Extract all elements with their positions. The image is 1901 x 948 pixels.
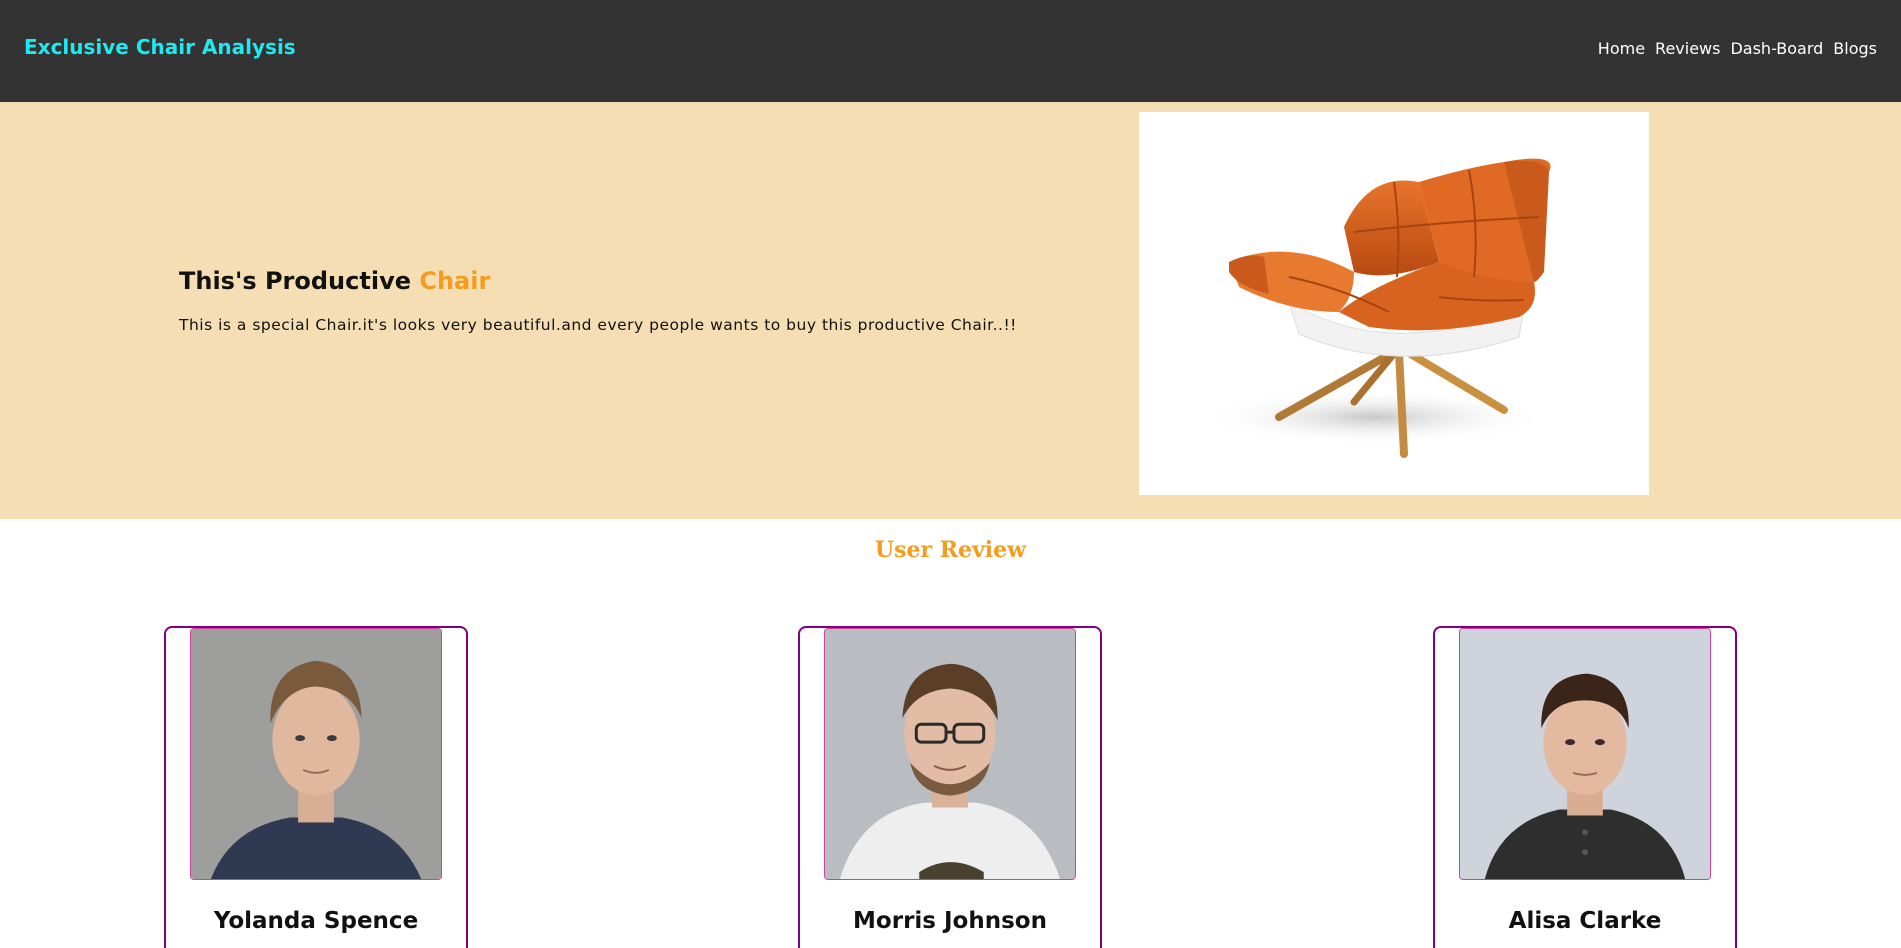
review-card[interactable]: Morris Johnson [798,626,1102,948]
brand-logo[interactable]: Exclusive Chair Analysis [24,35,296,59]
user-review-heading: User Review [874,537,1027,563]
review-card[interactable]: Yolanda Spence [164,626,468,948]
orange-armchair-image [1139,112,1649,495]
reviewer-name: Morris Johnson [853,908,1047,934]
reviewer-photo [1459,628,1711,880]
nav-link-blogs[interactable]: Blogs [1833,39,1877,58]
nav-link-reviews[interactable]: Reviews [1655,39,1720,58]
reviewer-name: Yolanda Spence [213,908,419,934]
review-card[interactable]: Alisa Clarke [1433,626,1737,948]
hero-section: This's Productive Chair This is a specia… [0,102,1901,519]
nav-links: Home Reviews Dash-Board Blogs [1598,39,1877,58]
reviewer-photo [190,628,442,880]
nav-link-dashboard[interactable]: Dash-Board [1730,39,1823,58]
hero-description: This is a special Chair.it's looks very … [179,316,1017,334]
hero-title-accent: Chair [419,267,491,295]
hero-title: This's Productive Chair [179,267,490,295]
navbar: Exclusive Chair Analysis Home Reviews Da… [0,0,1901,102]
hero-title-prefix: This's Productive [179,267,420,295]
reviewer-name: Alisa Clarke [1508,908,1662,934]
reviewer-photo [824,628,1076,880]
nav-link-home[interactable]: Home [1598,39,1645,58]
